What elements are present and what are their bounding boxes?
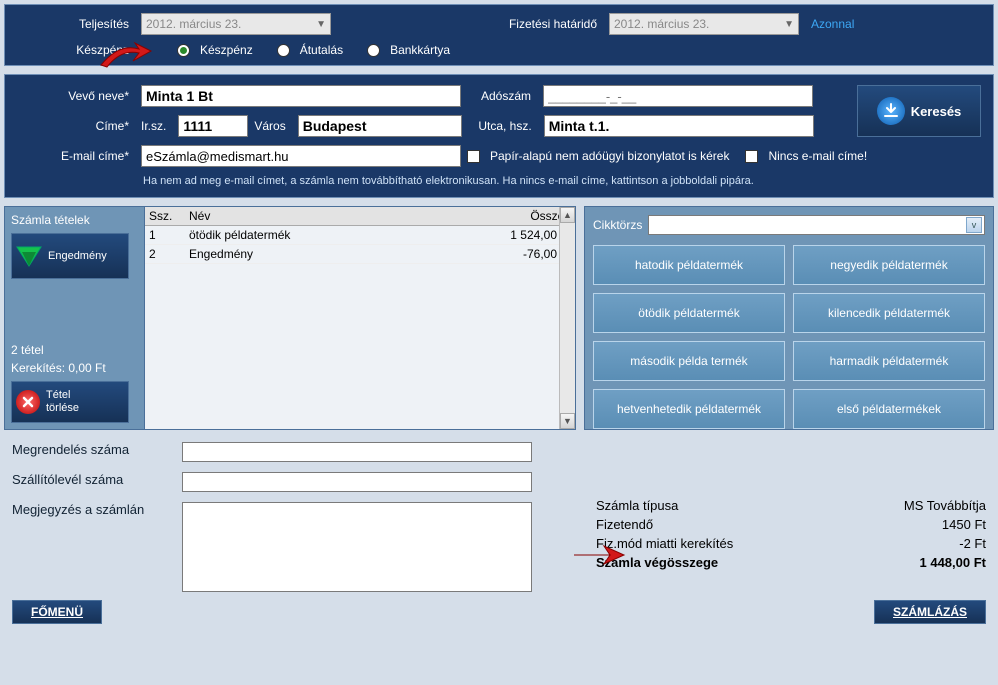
catalog-item-button[interactable]: ötödik példatermék: [593, 293, 785, 333]
delete-line-label-1: Tétel: [46, 389, 79, 402]
catalog-item-button[interactable]: harmadik példatermék: [793, 341, 985, 381]
chevron-down-icon: ▼: [784, 19, 794, 30]
customer-name-input[interactable]: [141, 85, 461, 107]
catalog-item-button[interactable]: első példatermékek: [793, 389, 985, 429]
table-row[interactable]: 1 ötödik példatermék 1 524,00 Ft: [145, 226, 575, 245]
street-label: Utca, hsz.: [468, 119, 538, 133]
deadline-date-value: 2012. március 23.: [614, 17, 709, 31]
delivery-note-input[interactable]: [182, 472, 532, 492]
fulfillment-date-select[interactable]: 2012. március 23. ▼: [141, 13, 331, 35]
invoicing-button[interactable]: SZÁMLÁZÁS: [874, 600, 986, 624]
summary-payable-value: 1450 Ft: [942, 517, 986, 532]
tax-number-label: Adószám: [467, 89, 537, 103]
download-arrow-icon: [877, 97, 905, 125]
no-email-label: Nincs e-mail címe!: [768, 149, 867, 163]
fulfillment-date-value: 2012. március 23.: [146, 17, 241, 31]
deadline-date-select[interactable]: 2012. március 23. ▼: [609, 13, 799, 35]
delete-line-label-2: törlése: [46, 402, 79, 415]
catalog-item-button[interactable]: negyedik példatermék: [793, 245, 985, 285]
invoice-remark-textarea[interactable]: [182, 502, 532, 592]
invoice-remark-label: Megjegyzés a számlán: [12, 502, 182, 517]
catalog-select[interactable]: v: [648, 215, 985, 235]
summary-total-label: Számla végösszege: [596, 555, 718, 570]
summary-payable-label: Fizetendő: [596, 517, 653, 532]
invoice-lines-grid[interactable]: Ssz. Név Összeg 1 ötödik példatermék 1 5…: [145, 207, 575, 429]
cell-name: Engedmény: [185, 245, 475, 263]
city-input[interactable]: [298, 115, 462, 137]
chevron-down-icon: v: [966, 217, 982, 233]
chevron-down-icon: ▼: [316, 19, 326, 30]
radio-transfer[interactable]: [277, 44, 290, 57]
search-button[interactable]: Keresés: [857, 85, 981, 137]
rounding-text: Kerekítés: 0,00 Ft: [11, 361, 138, 375]
deadline-label: Fizetési határidő: [493, 17, 603, 31]
table-row[interactable]: 2 Engedmény -76,00 Ft: [145, 245, 575, 264]
postal-code-input[interactable]: [178, 115, 248, 137]
order-number-input[interactable]: [182, 442, 532, 462]
address-label: Címe*: [15, 119, 135, 133]
delete-line-button[interactable]: Tétel törlése: [11, 381, 129, 423]
email-label: E-mail címe*: [15, 149, 135, 163]
city-label: Város: [254, 119, 291, 133]
col-header-name: Név: [185, 207, 475, 225]
fulfillment-label: Teljesítés: [15, 17, 135, 31]
discount-button[interactable]: Engedmény: [11, 233, 129, 279]
radio-transfer-label: Átutalás: [300, 43, 343, 57]
col-header-ssz: Ssz.: [145, 207, 185, 225]
street-input[interactable]: [544, 115, 814, 137]
line-count-text: 2 tétel: [11, 343, 138, 357]
cell-name: ötödik példatermék: [185, 226, 475, 244]
catalog-item-button[interactable]: kilencedik példatermék: [793, 293, 985, 333]
radio-card-label: Bankkártya: [390, 43, 450, 57]
catalog-item-button[interactable]: hetvenhetedik példatermék: [593, 389, 785, 429]
scroll-up-icon[interactable]: ▲: [560, 207, 575, 223]
invoice-lines-title: Számla tételek: [11, 213, 138, 227]
discount-triangle-icon: [16, 245, 42, 267]
delete-x-icon: [16, 390, 40, 414]
summary-rounding-label: Fiz.mód miatti kerekítés: [596, 536, 733, 551]
email-input[interactable]: [141, 145, 461, 167]
paper-receipt-label: Papír-alapú nem adóügyi bizonylatot is k…: [490, 149, 729, 163]
search-button-label: Keresés: [911, 104, 962, 119]
cell-ssz: 1: [145, 226, 185, 244]
catalog-title: Cikktörzs: [593, 218, 642, 232]
customer-name-label: Vevő neve*: [15, 89, 135, 103]
summary-total-value: 1 448,00 Ft: [920, 555, 987, 570]
summary-type-value: MS Továbbítja: [904, 498, 986, 513]
catalog-item-button[interactable]: második példa termék: [593, 341, 785, 381]
discount-button-label: Engedmény: [48, 250, 107, 262]
summary-type-label: Számla típusa: [596, 498, 678, 513]
grid-scrollbar[interactable]: ▲ ▼: [559, 207, 575, 429]
catalog-item-button[interactable]: hatodik példatermék: [593, 245, 785, 285]
payment-method-label: Készpénz: [15, 43, 135, 57]
scroll-down-icon[interactable]: ▼: [560, 413, 575, 429]
summary-rounding-value: -2 Ft: [959, 536, 986, 551]
paper-receipt-checkbox[interactable]: [467, 150, 480, 163]
cell-ssz: 2: [145, 245, 185, 263]
immediate-link[interactable]: Azonnal: [811, 17, 854, 31]
email-note-text: Ha nem ad meg e-mail címet, a számla nem…: [143, 175, 983, 187]
radio-cash-label: Készpénz: [200, 43, 253, 57]
no-email-checkbox[interactable]: [745, 150, 758, 163]
delivery-note-label: Szállítólevél száma: [12, 472, 182, 487]
main-menu-button[interactable]: FŐMENÜ: [12, 600, 102, 624]
tax-number-input[interactable]: [543, 85, 813, 107]
postal-code-label: Ir.sz.: [141, 119, 172, 133]
radio-cash[interactable]: [177, 44, 190, 57]
radio-card[interactable]: [367, 44, 380, 57]
order-number-label: Megrendelés száma: [12, 442, 182, 457]
